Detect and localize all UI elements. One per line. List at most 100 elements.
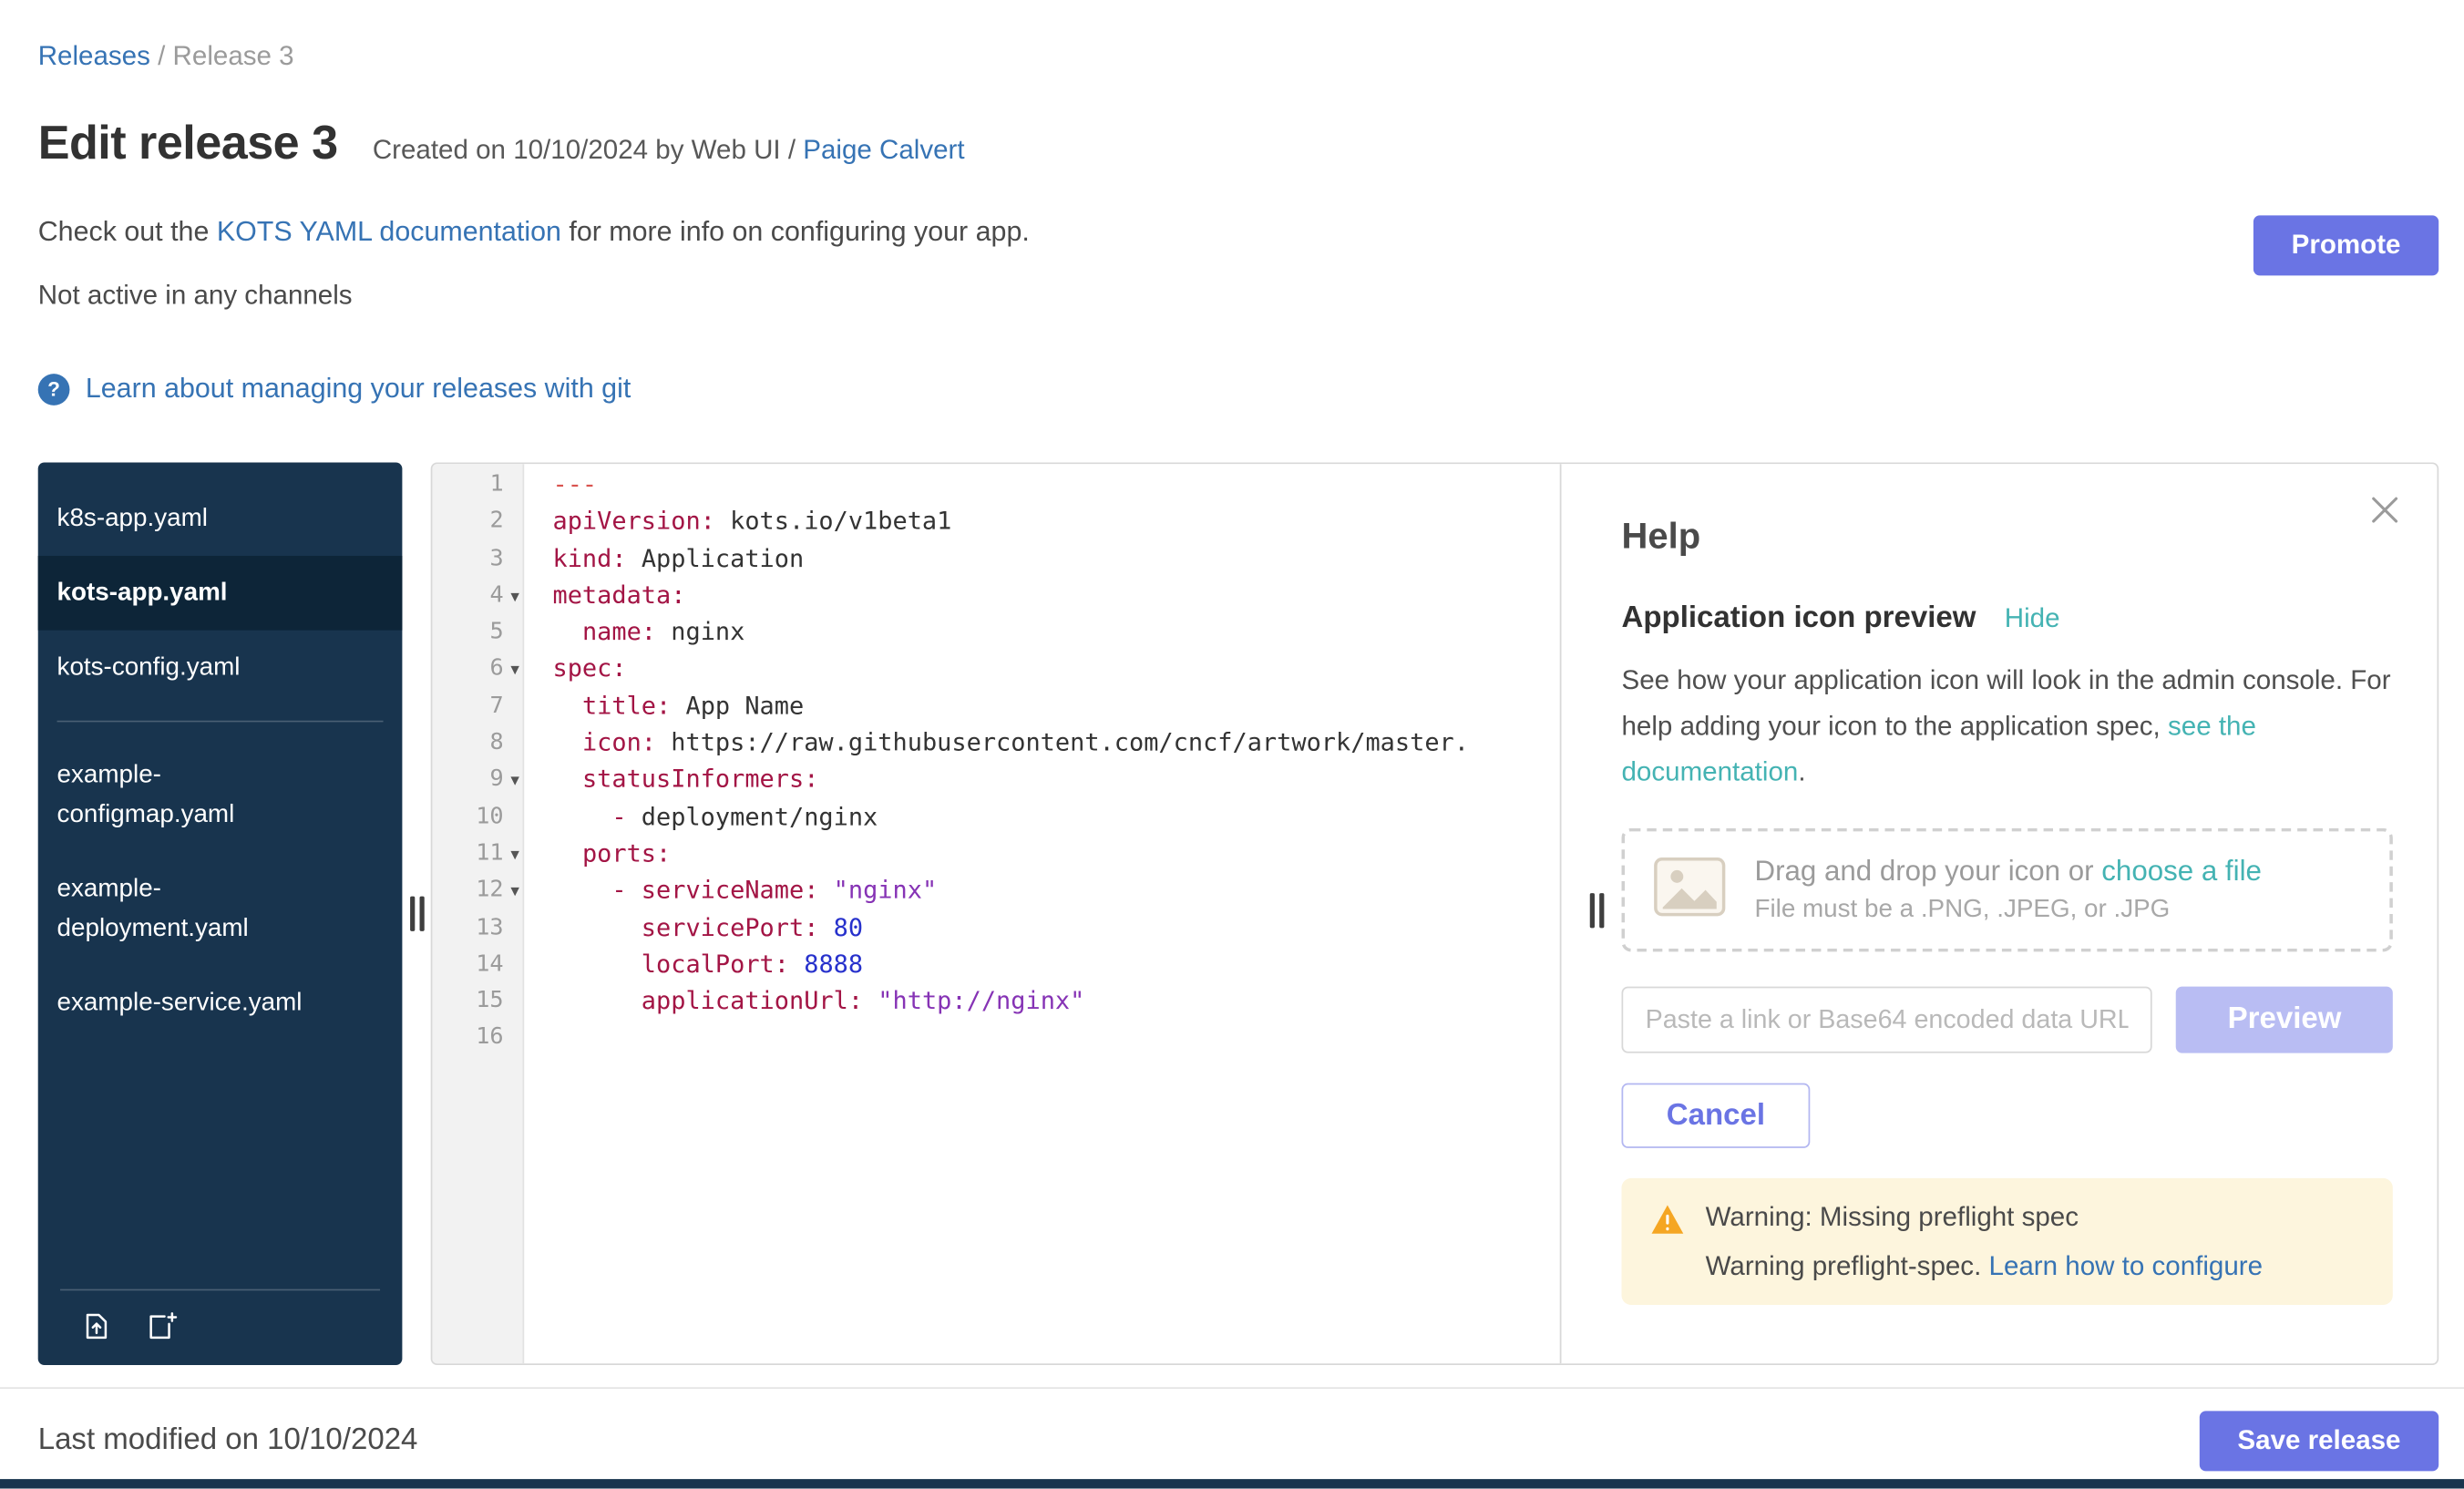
line-number: 15 xyxy=(432,983,522,1020)
code-line[interactable]: servicePort: 80 xyxy=(552,909,1559,946)
description-text: See how your application icon will look … xyxy=(1622,665,2391,741)
breadcrumb-releases-link[interactable]: Releases xyxy=(38,41,150,71)
icon-url-input[interactable] xyxy=(1622,987,2153,1053)
code-line[interactable]: spec: xyxy=(552,652,1559,688)
doc-line-suffix: for more info on configuring your app. xyxy=(561,215,1030,247)
icon-url-row: Preview xyxy=(1622,987,2393,1053)
code-line[interactable]: applicationUrl: "http://nginx" xyxy=(552,983,1559,1020)
file-name: example-deployment.yaml xyxy=(57,869,323,949)
file-group-examples: example-configmap.yaml example-deployment… xyxy=(38,738,403,1041)
help-panel: Help Application icon preview Hide See h… xyxy=(1560,464,2438,1363)
page-title: Edit release 3 xyxy=(38,118,338,171)
line-number: 5 xyxy=(432,615,522,652)
file-tree-item[interactable]: example-service.yaml xyxy=(38,966,403,1041)
line-number: 1 xyxy=(432,467,522,504)
fold-arrow-icon[interactable]: ▾ xyxy=(510,580,519,616)
close-icon[interactable] xyxy=(2365,489,2406,530)
warning-icon xyxy=(1650,1204,1685,1283)
line-number: 10 xyxy=(432,799,522,836)
help-title: Help xyxy=(1622,515,2393,558)
code-line[interactable]: --- xyxy=(552,467,1559,504)
file-type-hint: File must be a .PNG, .JPEG, or .JPG xyxy=(1754,897,2261,925)
file-tree-item[interactable]: example-configmap.yaml xyxy=(38,738,403,852)
configure-preflight-link[interactable]: Learn how to configure xyxy=(1989,1251,2264,1281)
kots-docs-link[interactable]: KOTS YAML documentation xyxy=(217,215,561,247)
code-line[interactable]: metadata: xyxy=(552,578,1559,614)
promote-button[interactable]: Promote xyxy=(2254,215,2438,275)
panel-gap xyxy=(402,462,430,1365)
editor-code[interactable]: ---apiVersion: kots.io/v1beta1kind: Appl… xyxy=(524,464,1560,1363)
created-info: Created on 10/10/2024 by Web UI / Paige … xyxy=(373,135,965,167)
choose-file-link[interactable]: choose a file xyxy=(2101,855,2262,887)
editor-card: 1234▾56▾789▾1011▾12▾13141516 ---apiVersi… xyxy=(431,462,2439,1365)
last-modified: Last modified on 10/10/2024 xyxy=(38,1423,418,1458)
preview-button[interactable]: Preview xyxy=(2176,987,2393,1053)
save-release-button[interactable]: Save release xyxy=(2200,1411,2438,1471)
file-tree-item[interactable]: kots-app.yaml xyxy=(38,556,403,631)
line-number: 9▾ xyxy=(432,763,522,799)
warning-text: Warning: Missing preflight spec Warning … xyxy=(1706,1202,2263,1283)
code-line[interactable]: - deployment/nginx xyxy=(552,799,1559,836)
panel-resize-handle-right[interactable] xyxy=(1590,893,1605,928)
line-number: 11▾ xyxy=(432,837,522,873)
code-line[interactable]: icon: https://raw.githubusercontent.com/… xyxy=(552,725,1559,762)
icon-preview-description: See how your application icon will look … xyxy=(1622,657,2393,795)
fold-arrow-icon[interactable]: ▾ xyxy=(510,875,519,911)
line-number: 13 xyxy=(432,909,522,946)
editor-gutter: 1234▾56▾789▾1011▾12▾13141516 xyxy=(432,464,524,1363)
line-number: 2 xyxy=(432,504,522,540)
channel-status: Not active in any channels xyxy=(38,281,2439,313)
icon-dropzone[interactable]: Drag and drop your icon or choose a file… xyxy=(1622,828,2393,952)
code-line[interactable]: statusInformers: xyxy=(552,763,1559,799)
file-tree-footer xyxy=(60,1289,380,1347)
line-number: 4▾ xyxy=(432,578,522,614)
line-number: 16 xyxy=(432,1021,522,1057)
fold-arrow-icon[interactable]: ▾ xyxy=(510,764,519,800)
line-number: 3 xyxy=(432,541,522,578)
file-tree-item[interactable]: example-deployment.yaml xyxy=(38,852,403,966)
line-number: 14 xyxy=(432,947,522,983)
git-docs-link[interactable]: Learn about managing your releases with … xyxy=(86,372,631,405)
file-name: example-configmap.yaml xyxy=(57,755,323,835)
dropzone-text: Drag and drop your icon or choose a file… xyxy=(1754,855,2261,924)
file-tree-item[interactable]: k8s-app.yaml xyxy=(38,481,403,556)
code-line[interactable] xyxy=(552,1021,1559,1057)
code-line[interactable]: kind: Application xyxy=(552,541,1559,578)
file-tree-item[interactable]: kots-config.yaml xyxy=(38,631,403,705)
file-name: kots-app.yaml xyxy=(57,573,228,612)
import-file-icon[interactable] xyxy=(79,1309,112,1342)
author-link[interactable]: Paige Calvert xyxy=(803,135,964,165)
footer: Last modified on 10/10/2024 Save release xyxy=(0,1389,2464,1471)
file-name: k8s-app.yaml xyxy=(57,498,208,538)
hide-link[interactable]: Hide xyxy=(2005,603,2060,635)
doc-line: Check out the KOTS YAML documentation fo… xyxy=(38,215,2439,248)
file-tree-divider xyxy=(57,721,384,723)
app-root: Releases / Release 3 Edit release 3 Crea… xyxy=(0,0,2464,1489)
cancel-button[interactable]: Cancel xyxy=(1622,1083,1811,1148)
code-line[interactable]: title: App Name xyxy=(552,689,1559,725)
icon-preview-title: Application icon preview xyxy=(1622,601,1976,636)
line-number: 7 xyxy=(432,689,522,725)
warning-title: Warning: Missing preflight spec xyxy=(1706,1202,2263,1234)
code-line[interactable]: apiVersion: kots.io/v1beta1 xyxy=(552,504,1559,540)
code-line[interactable]: name: nginx xyxy=(552,615,1559,652)
dropzone-prompt: Drag and drop your icon or xyxy=(1754,855,2101,887)
panel-resize-handle-left[interactable] xyxy=(409,897,424,931)
warning-detail-text: Warning preflight-spec. xyxy=(1706,1251,1982,1281)
image-placeholder-icon xyxy=(1653,856,1726,924)
file-name: kots-config.yaml xyxy=(57,648,241,687)
yaml-editor[interactable]: 1234▾56▾789▾1011▾12▾13141516 ---apiVersi… xyxy=(432,464,1559,1363)
fold-arrow-icon[interactable]: ▾ xyxy=(510,653,519,690)
bottom-bar xyxy=(0,1480,2464,1489)
file-name: example-service.yaml xyxy=(57,983,303,1022)
breadcrumb: Releases / Release 3 xyxy=(38,0,2439,73)
fold-arrow-icon[interactable]: ▾ xyxy=(510,837,519,874)
breadcrumb-current: Release 3 xyxy=(173,41,294,71)
code-line[interactable]: localPort: 8888 xyxy=(552,947,1559,983)
new-file-icon[interactable] xyxy=(144,1309,179,1342)
file-tree: k8s-app.yaml kots-app.yaml kots-config.yam… xyxy=(38,462,403,1365)
code-line[interactable]: ports: xyxy=(552,837,1559,873)
doc-line-prefix: Check out the xyxy=(38,215,217,247)
file-group-app: k8s-app.yaml kots-app.yaml kots-config.yam… xyxy=(38,481,403,704)
code-line[interactable]: - serviceName: "nginx" xyxy=(552,873,1559,909)
